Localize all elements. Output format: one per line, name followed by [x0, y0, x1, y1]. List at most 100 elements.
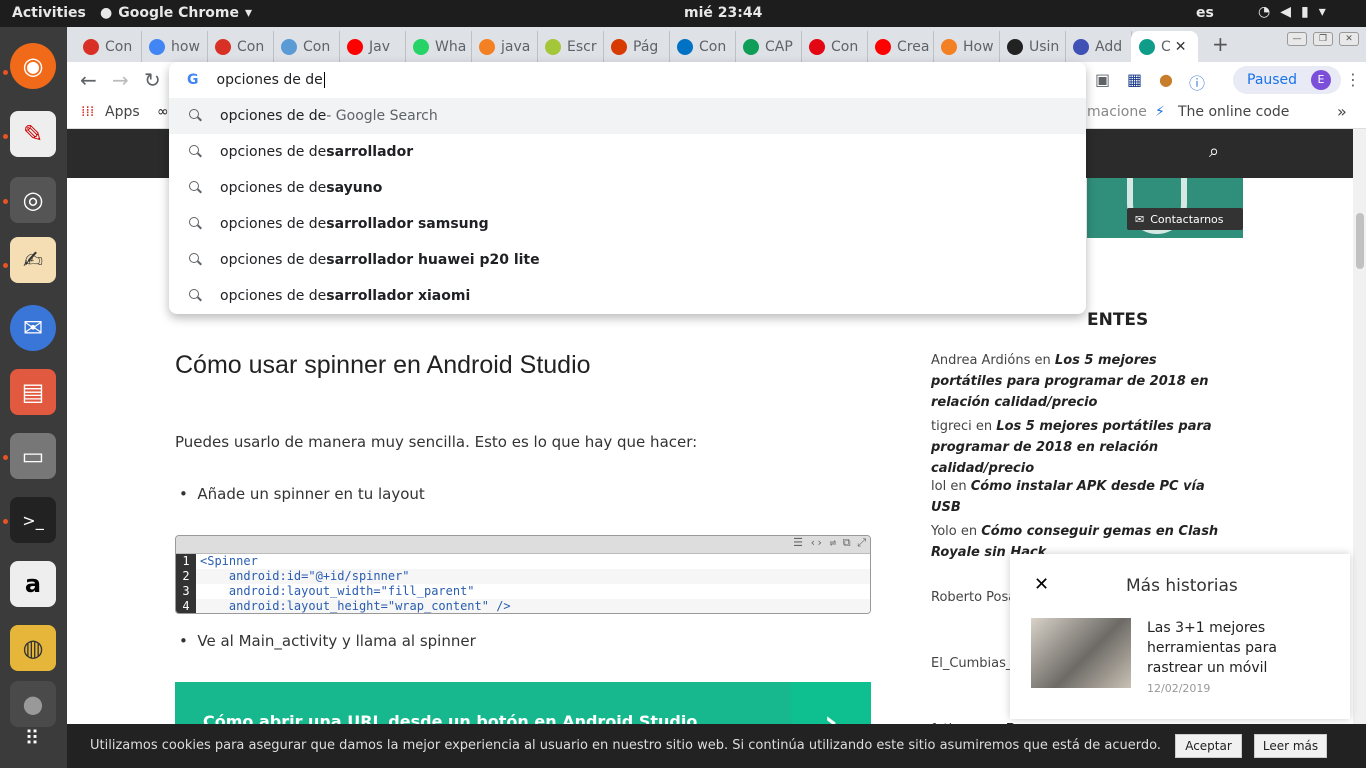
bookmark-item[interactable]: macione — [1087, 104, 1147, 120]
tab[interactable]: Escr — [537, 31, 604, 62]
suggestion-item[interactable]: opciones de de sayuno — [169, 170, 1086, 206]
suggestion-completion: sarrollador xiaomi — [326, 288, 471, 304]
comment-author[interactable]: tigreci — [931, 419, 972, 434]
code-tools-icon[interactable]: ☰ ‹› ⇌ ⧉ ⤢ — [793, 536, 870, 550]
suggestion-typed: opciones de de — [220, 108, 327, 124]
show-applications-icon[interactable]: ⠿ — [10, 715, 56, 761]
code-line: 1 <Spinner — [176, 554, 870, 569]
code-text: android:id="@+id/spinner" — [200, 569, 410, 583]
suggestion-item[interactable]: opciones de de sarrollador samsung — [169, 206, 1086, 242]
tab[interactable]: Con — [207, 31, 274, 62]
tab[interactable]: Crea — [867, 31, 934, 62]
comment-separator: en — [956, 524, 982, 539]
tab[interactable]: Pág — [603, 31, 670, 62]
tab[interactable]: java — [471, 31, 538, 62]
screen-icon[interactable]: ▣ — [1095, 70, 1110, 89]
accept-button[interactable]: Aceptar — [1175, 734, 1242, 758]
forward-button[interactable]: → — [112, 68, 129, 92]
suggestion-typed: opciones de de — [220, 216, 327, 232]
tab[interactable]: Con — [75, 31, 142, 62]
suggestion-item[interactable]: opciones de de sarrollador huawei p20 lit… — [169, 242, 1086, 278]
tab-favicon-icon — [1073, 38, 1089, 55]
comment-author[interactable]: Andrea Ardións — [931, 353, 1030, 368]
suggestion-item[interactable]: opciones de de sarrollador xiaomi — [169, 278, 1086, 314]
firefox-icon[interactable]: ◉ — [10, 43, 56, 89]
profile-paused-button[interactable]: Paused E — [1233, 66, 1341, 94]
code-text: <Spinner — [200, 554, 258, 568]
text-editor-icon[interactable]: ✍ — [10, 237, 56, 283]
tab[interactable]: Con — [669, 31, 736, 62]
search-icon[interactable]: ⌕ — [1209, 141, 1219, 162]
tab-label: CAP — [765, 38, 793, 55]
bookmark-apps[interactable]: Apps — [105, 104, 140, 120]
bookmark-item[interactable]: The online code — [1178, 104, 1289, 120]
cookie-icon[interactable]: ● — [1159, 70, 1173, 89]
back-button[interactable]: ← — [80, 68, 97, 92]
tab-favicon-icon — [611, 38, 627, 55]
amazon-icon[interactable]: a — [10, 561, 56, 607]
system-tray[interactable]: ◔ ◀ ▮ ▾ — [1258, 4, 1326, 20]
story-thumbnail[interactable] — [1031, 618, 1131, 688]
close-window-button[interactable]: ✕ — [1339, 32, 1359, 46]
files-icon[interactable]: ▭ — [10, 433, 56, 479]
tab-favicon-icon — [347, 38, 363, 55]
scroll-thumb[interactable] — [1356, 213, 1364, 269]
maximize-button[interactable]: ❐ — [1313, 32, 1333, 46]
activities-button[interactable]: Activities — [12, 5, 86, 21]
scrollbar[interactable] — [1353, 129, 1366, 768]
app-menu[interactable]: ● Google Chrome ▾ — [100, 5, 252, 21]
close-icon[interactable]: ✕ — [1034, 574, 1049, 595]
tab-label: How — [963, 38, 994, 55]
menu-icon[interactable]: ⋮ — [1345, 70, 1361, 89]
language-indicator[interactable]: es — [1196, 5, 1214, 21]
tab[interactable]: How — [933, 31, 1000, 62]
suggestion-item[interactable]: opciones de de - Google Search — [169, 98, 1086, 134]
tab[interactable]: Con — [801, 31, 868, 62]
tab[interactable]: how — [141, 31, 208, 62]
search-icon — [189, 181, 203, 195]
speaker-icon[interactable]: ◍ — [10, 625, 56, 671]
read-more-button[interactable]: Leer más — [1254, 734, 1327, 758]
tab-label: how — [171, 38, 200, 55]
thunderbird-icon[interactable]: ✉ — [10, 305, 56, 351]
tab-label: Jav — [369, 38, 390, 55]
tab[interactable]: Wha — [405, 31, 472, 62]
tab[interactable]: Con — [273, 31, 340, 62]
omnibox-input-row[interactable]: G opciones de de — [169, 62, 1086, 98]
tab[interactable]: C ✕ — [1131, 31, 1198, 62]
new-tab-button[interactable]: + — [1212, 32, 1229, 56]
suggestion-typed: opciones de de — [220, 180, 327, 196]
impress-icon[interactable]: ▤ — [10, 369, 56, 415]
avatar: E — [1311, 70, 1331, 90]
comment-post-link[interactable]: Cómo instalar APK desde PC vía USB — [931, 479, 1205, 515]
bookmark-icon[interactable]: ∞ — [157, 104, 169, 120]
tab[interactable]: Jav — [339, 31, 406, 62]
recent-comment: Andrea Ardións en Los 5 mejores portátil… — [931, 350, 1231, 413]
reload-button[interactable]: ↻ — [144, 68, 161, 92]
clock[interactable]: mié 23:44 — [684, 5, 762, 21]
document-viewer-icon[interactable]: ✎ — [10, 111, 56, 157]
tab-label: Add — [1095, 38, 1123, 55]
comment-author[interactable]: lol — [931, 479, 946, 494]
minimize-button[interactable]: — — [1287, 32, 1307, 46]
tab[interactable]: CAP — [735, 31, 802, 62]
google-icon: G — [187, 72, 199, 88]
story-title[interactable]: Las 3+1 mejores herramientas para rastre… — [1147, 618, 1327, 678]
line-number: 4 — [176, 599, 196, 613]
tab[interactable]: Usin — [999, 31, 1066, 62]
contact-button[interactable]: ✉ Contactarnos — [1127, 208, 1243, 230]
suggestion-hint: - Google Search — [326, 108, 438, 124]
chevron-right-icon[interactable]: » — [1337, 102, 1347, 121]
comment-author[interactable]: Yolo — [931, 524, 957, 539]
code-block[interactable]: ☰ ‹› ⇌ ⧉ ⤢ 1 <Spinner 2 android:id="@+id/s… — [175, 535, 871, 614]
chrome-dock-icon[interactable]: ◎ — [10, 177, 56, 223]
lightning-icon: ⚡ — [1155, 104, 1165, 120]
tab[interactable]: Add — [1065, 31, 1132, 62]
info-icon[interactable]: ⓘ — [1189, 70, 1205, 94]
close-tab-icon[interactable]: ✕ — [1175, 39, 1187, 55]
omnibox-input[interactable]: opciones de de — [217, 72, 323, 88]
tab-label: Con — [699, 38, 727, 55]
terminal-icon[interactable]: >_ — [10, 497, 56, 543]
extension-icon[interactable]: ▦ — [1127, 70, 1142, 89]
suggestion-item[interactable]: opciones de de sarrollador — [169, 134, 1086, 170]
